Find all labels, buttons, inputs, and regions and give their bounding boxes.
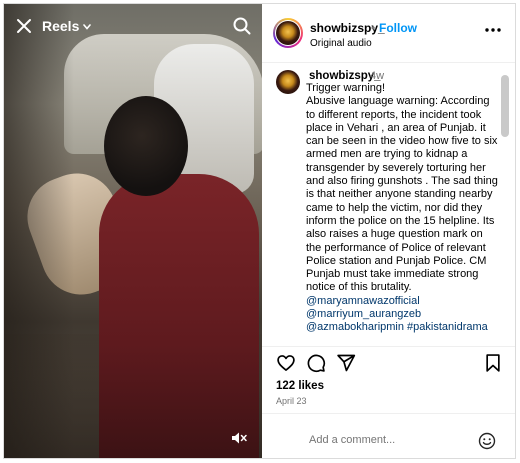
post-details-panel: showbizspy_ • Follow Original audio show…	[262, 4, 515, 458]
caption-section: showbizspy_ 4w Trigger warning! Abusive l…	[262, 63, 515, 346]
video-scene-person-red-shirt	[99, 174, 259, 458]
mute-icon[interactable]	[231, 431, 247, 445]
reels-label[interactable]: Reels	[42, 18, 79, 34]
share-icon[interactable]	[336, 353, 356, 373]
post-date: April 23	[276, 396, 307, 406]
caption-line: also raises a huge question mark on	[306, 228, 483, 241]
video-scene-head	[104, 96, 188, 196]
caption-timestamp: 4w	[370, 70, 385, 82]
video-scene-shadow	[4, 4, 74, 458]
caption-line: inform the police on the 15 helpline. It…	[306, 214, 495, 227]
heart-icon[interactable]	[276, 353, 296, 373]
caption-tag-link[interactable]: @azmabokharipmin #pakistanidrama	[306, 321, 506, 334]
post-actions: 122 likes April 23	[262, 346, 515, 458]
avatar[interactable]	[273, 18, 303, 48]
separator-dot: •	[371, 21, 376, 35]
chevron-down-icon[interactable]	[83, 24, 91, 30]
comment-bar	[262, 413, 515, 458]
caption-line: Abusive language warning: According	[306, 95, 490, 108]
caption-line: can be seen in the video how five to six	[306, 135, 498, 148]
audio-link[interactable]: Original audio	[310, 38, 372, 49]
emoji-icon[interactable]	[478, 432, 496, 450]
caption-scrollbar[interactable]	[501, 75, 509, 137]
caption-line: armed men are trying to kidnap a	[306, 148, 468, 161]
caption-tag-link[interactable]: @marriyum_aurangzeb	[306, 308, 506, 321]
caption-line: to different reports, the incident took	[306, 108, 482, 121]
caption-line: Punjab must take immediate strong	[306, 268, 479, 281]
caption-tag-link[interactable]: @maryamnawazofficial	[306, 295, 506, 308]
search-icon[interactable]	[233, 17, 251, 35]
more-options-icon[interactable]	[485, 28, 501, 32]
caption-text: Trigger warning! Abusive language warning…	[306, 82, 506, 335]
video-top-bar: Reels	[4, 4, 262, 50]
close-icon[interactable]	[16, 18, 32, 34]
comment-icon[interactable]	[306, 353, 326, 373]
caption-line: notice of this brutality.	[306, 281, 412, 294]
caption-line: Police station and Punjab Police. CM	[306, 254, 487, 267]
post-modal: Reels showbizspy_ • Follow Original audi…	[3, 3, 516, 459]
caption-line: the performance of Police of relevant	[306, 241, 486, 254]
post-header: showbizspy_ • Follow Original audio	[262, 4, 515, 63]
caption-line: Trigger warning!	[306, 82, 386, 94]
caption-line: place in Vehari , an area of Punjab. it	[306, 121, 486, 134]
follow-button[interactable]: Follow	[379, 21, 417, 35]
caption-line: came to help the victim, nor did they	[306, 201, 483, 214]
reel-video[interactable]: Reels	[4, 4, 262, 458]
caption-line: transgender by severely torturing her	[306, 161, 486, 174]
caption-line: is that neither anyone standing nearby	[306, 188, 493, 201]
caption-avatar[interactable]	[276, 70, 300, 94]
caption-line: and also firing gunshots . The sad thing	[306, 175, 498, 188]
comment-input[interactable]	[309, 434, 469, 446]
avatar-image	[276, 21, 300, 45]
likes-count[interactable]: 122 likes	[276, 380, 324, 392]
bookmark-icon[interactable]	[483, 353, 503, 373]
